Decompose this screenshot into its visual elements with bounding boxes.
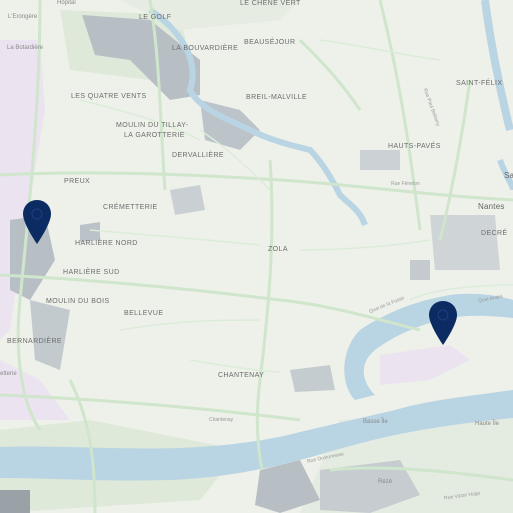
place-label: BELLEVUE bbox=[124, 310, 164, 317]
place-label: etterie bbox=[0, 371, 17, 377]
place-label: BERNARDIÈRE bbox=[7, 338, 62, 345]
place-label: MOULIN DU BOIS bbox=[46, 298, 110, 305]
street-label: Rue Fénelon bbox=[391, 181, 420, 187]
place-label: HAUTS-PAVÉS bbox=[388, 143, 441, 150]
place-label: LE CHÊNE VERT bbox=[240, 0, 301, 7]
place-label: LA BOUVARDIÈRE bbox=[172, 45, 239, 52]
place-label: LA GAROTTERIE bbox=[124, 132, 185, 139]
map-canvas[interactable]: Hôpital L'Erongère LE CHÊNE VERT LE GOLF… bbox=[0, 0, 513, 513]
place-label: Haute Île bbox=[475, 421, 500, 427]
place-label: Rezé bbox=[378, 479, 393, 485]
place-label: La Botardière bbox=[7, 45, 44, 51]
place-label: LES QUATRE VENTS bbox=[71, 93, 147, 100]
map-base-layer bbox=[0, 0, 513, 513]
place-label: MOULIN DU TILLAY- bbox=[116, 122, 189, 129]
place-label: DERVALLIÈRE bbox=[172, 152, 224, 159]
map-pin-icon bbox=[429, 301, 457, 345]
place-label: BEAUSÉJOUR bbox=[244, 39, 296, 46]
place-label: LE GOLF bbox=[139, 14, 172, 21]
place-label: SAINT-FÉLIX bbox=[456, 80, 503, 87]
place-label: Hôpital bbox=[57, 0, 76, 6]
map-marker-west[interactable] bbox=[23, 200, 51, 244]
map-marker-east[interactable] bbox=[429, 301, 457, 345]
place-label: HARLIÈRE SUD bbox=[63, 269, 120, 276]
place-label: HARLIÈRE NORD bbox=[75, 240, 138, 247]
city-label: Nantes bbox=[478, 202, 505, 211]
place-label: ZOLA bbox=[268, 246, 288, 253]
place-label: L'Erongère bbox=[8, 14, 38, 20]
place-label: BREIL-MALVILLE bbox=[246, 94, 308, 101]
city-label: Sa bbox=[504, 171, 513, 180]
place-label: PREUX bbox=[64, 178, 91, 185]
street-label: Chantenay bbox=[209, 417, 234, 423]
place-label: CRÉMETTERIE bbox=[103, 204, 158, 211]
place-label: DECRÉ bbox=[481, 230, 508, 237]
map-pin-icon bbox=[23, 200, 51, 244]
place-label: Basse Île bbox=[363, 419, 388, 425]
place-label: CHANTENAY bbox=[218, 372, 265, 379]
